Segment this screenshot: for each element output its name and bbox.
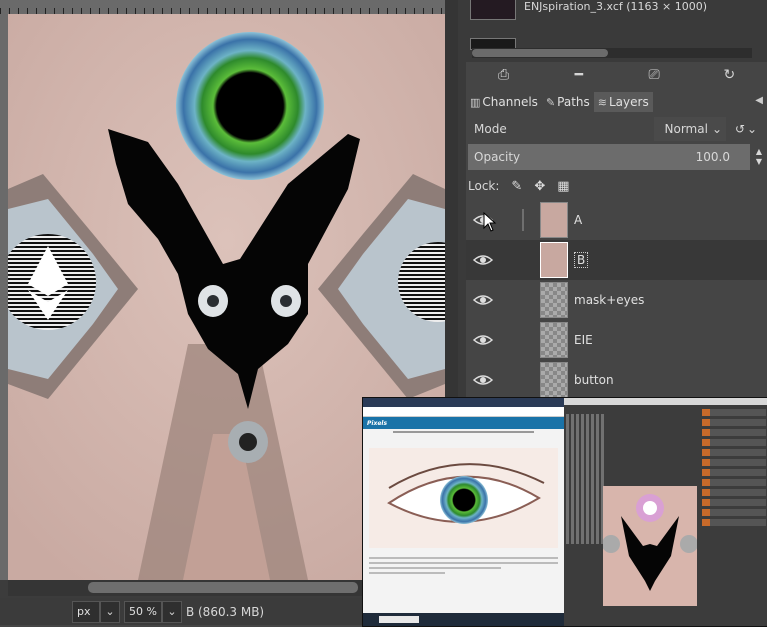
layer-name: EIE bbox=[574, 333, 593, 347]
opacity-spinner[interactable]: ▲ ▼ bbox=[752, 144, 766, 170]
overlay-gimp-window bbox=[564, 398, 767, 626]
chain-link-icon[interactable] bbox=[516, 369, 530, 391]
layer-row-button[interactable]: button bbox=[466, 360, 767, 400]
vertical-ruler bbox=[0, 14, 8, 580]
zoom-dropdown-button[interactable]: ⌄ bbox=[161, 600, 182, 623]
mode-reset-button[interactable]: ↺ ⌄ bbox=[726, 117, 766, 141]
chevron-down-icon: ⌄ bbox=[747, 122, 758, 136]
tab-menu-icon[interactable]: ◀ bbox=[755, 95, 763, 106]
images-scrollbar[interactable] bbox=[472, 48, 752, 58]
chevron-down-icon: ⌄ bbox=[711, 122, 722, 136]
third-eye-iris bbox=[176, 32, 324, 180]
mode-label: Mode bbox=[474, 122, 507, 136]
layers-list: A B mask+eyes EIE button bbox=[466, 200, 767, 400]
mode-value: Normal bbox=[664, 122, 708, 136]
eye-icon[interactable] bbox=[472, 373, 494, 387]
layer-name: mask+eyes bbox=[574, 293, 645, 307]
image-thumbnail bbox=[470, 0, 516, 20]
paths-icon: ✎ bbox=[545, 95, 556, 109]
horizontal-scroll-thumb[interactable] bbox=[88, 582, 358, 593]
layer-name: B bbox=[574, 252, 589, 268]
tab-channels[interactable]: ▥ Channels bbox=[466, 92, 542, 112]
chain-link-icon[interactable] bbox=[516, 329, 530, 351]
remove-icon[interactable]: ━ bbox=[564, 67, 594, 83]
refresh-icon[interactable]: ↻ bbox=[714, 67, 744, 83]
chevron-up-icon[interactable]: ▲ bbox=[756, 147, 762, 157]
chain-link-icon[interactable] bbox=[516, 289, 530, 311]
chain-link-icon[interactable] bbox=[516, 209, 530, 231]
layer-thumbnail bbox=[540, 322, 568, 358]
overlay-site-header: Pixels bbox=[363, 417, 564, 429]
lock-label: Lock: bbox=[468, 179, 500, 193]
layer-row-eie[interactable]: EIE bbox=[466, 320, 767, 360]
lock-alpha-icon[interactable]: ▦ bbox=[557, 179, 569, 194]
eye-icon[interactable] bbox=[472, 293, 494, 307]
images-list: ENJspiration_3.xcf (1163 × 1000) bbox=[466, 0, 767, 62]
opacity-slider[interactable]: Opacity 100.0 bbox=[468, 144, 750, 170]
image-list-item[interactable]: ENJspiration_3.xcf (1163 × 1000) bbox=[470, 0, 707, 20]
status-message: B (860.3 MB) bbox=[185, 604, 265, 619]
overlay-eye-photo bbox=[369, 448, 558, 548]
chevron-down-icon: ⌄ bbox=[105, 605, 115, 618]
overlay-layers-panel bbox=[702, 406, 766, 616]
overlay-text-lines bbox=[369, 554, 558, 577]
lock-pixels-icon[interactable]: ✎ bbox=[511, 179, 522, 194]
reset-icon: ↺ bbox=[734, 122, 745, 136]
layer-thumbnail bbox=[540, 362, 568, 398]
overlay-taskbar bbox=[363, 613, 564, 626]
eye-icon[interactable] bbox=[472, 253, 494, 267]
tab-paths[interactable]: ✎ Paths bbox=[542, 92, 594, 112]
chain-link-icon[interactable] bbox=[516, 249, 530, 271]
tab-label: Channels bbox=[482, 95, 538, 109]
tab-layers[interactable]: ≋ Layers bbox=[593, 92, 653, 112]
raise-image-icon[interactable]: ⎙ bbox=[489, 67, 519, 83]
layer-name: A bbox=[574, 213, 583, 227]
overlay-browser-tabs bbox=[363, 398, 564, 407]
dock-tabs: ▥ Channels ✎ Paths ≋ Layers ◀ bbox=[466, 92, 767, 112]
layer-row-a[interactable]: A bbox=[466, 200, 767, 240]
opacity-label: Opacity bbox=[474, 150, 521, 164]
chevron-down-icon[interactable]: ▼ bbox=[756, 157, 762, 167]
units-value: px bbox=[77, 605, 91, 618]
lock-position-icon[interactable]: ✥ bbox=[534, 179, 545, 194]
mode-select[interactable]: Normal ⌄ bbox=[654, 117, 726, 141]
images-scroll-thumb[interactable] bbox=[472, 49, 608, 57]
zoom-value: 50 % bbox=[129, 605, 157, 618]
layer-row-b[interactable]: B bbox=[466, 240, 767, 280]
opacity-value: 100.0 bbox=[695, 150, 730, 164]
layers-icon: ≋ bbox=[597, 95, 607, 109]
horizontal-ruler bbox=[0, 0, 445, 14]
layer-name: button bbox=[574, 373, 614, 387]
zoom-select[interactable]: 50 % bbox=[124, 600, 162, 623]
units-dropdown-button[interactable]: ⌄ bbox=[100, 600, 120, 623]
opacity-row[interactable]: Opacity 100.0 ▲ ▼ bbox=[468, 144, 766, 170]
overlay-browser-window: Pixels bbox=[363, 398, 564, 626]
print-icon[interactable]: ⎚ bbox=[639, 67, 669, 83]
overlay-screenshot: Pixels bbox=[362, 397, 767, 627]
lock-row: Lock: ✎ ✥ ▦ bbox=[468, 176, 766, 196]
mouse-cursor-icon bbox=[483, 212, 497, 232]
overlay-toolbox bbox=[566, 414, 604, 544]
overlay-site-name: Pixels bbox=[367, 419, 388, 427]
image-name: ENJspiration_3.xcf (1163 × 1000) bbox=[524, 0, 708, 13]
mode-row: Mode Normal ⌄ ↺ ⌄ bbox=[468, 116, 766, 142]
overlay-caption-line bbox=[363, 429, 564, 435]
images-actions: ⎙ ━ ⎚ ↻ bbox=[466, 62, 767, 88]
eye-icon[interactable] bbox=[472, 333, 494, 347]
overlay-gimp-titlebar bbox=[564, 398, 767, 405]
layer-thumbnail bbox=[540, 202, 568, 238]
layer-thumbnail bbox=[540, 242, 568, 278]
channels-icon: ▥ bbox=[470, 95, 481, 109]
chevron-down-icon: ⌄ bbox=[167, 605, 177, 618]
overlay-address-bar bbox=[363, 407, 564, 417]
tab-label: Layers bbox=[609, 95, 649, 109]
units-select[interactable]: px bbox=[72, 600, 100, 623]
overlay-canvas bbox=[602, 486, 698, 606]
layer-row-mask-eyes[interactable]: mask+eyes bbox=[466, 280, 767, 320]
layer-thumbnail bbox=[540, 282, 568, 318]
tab-label: Paths bbox=[557, 95, 590, 109]
